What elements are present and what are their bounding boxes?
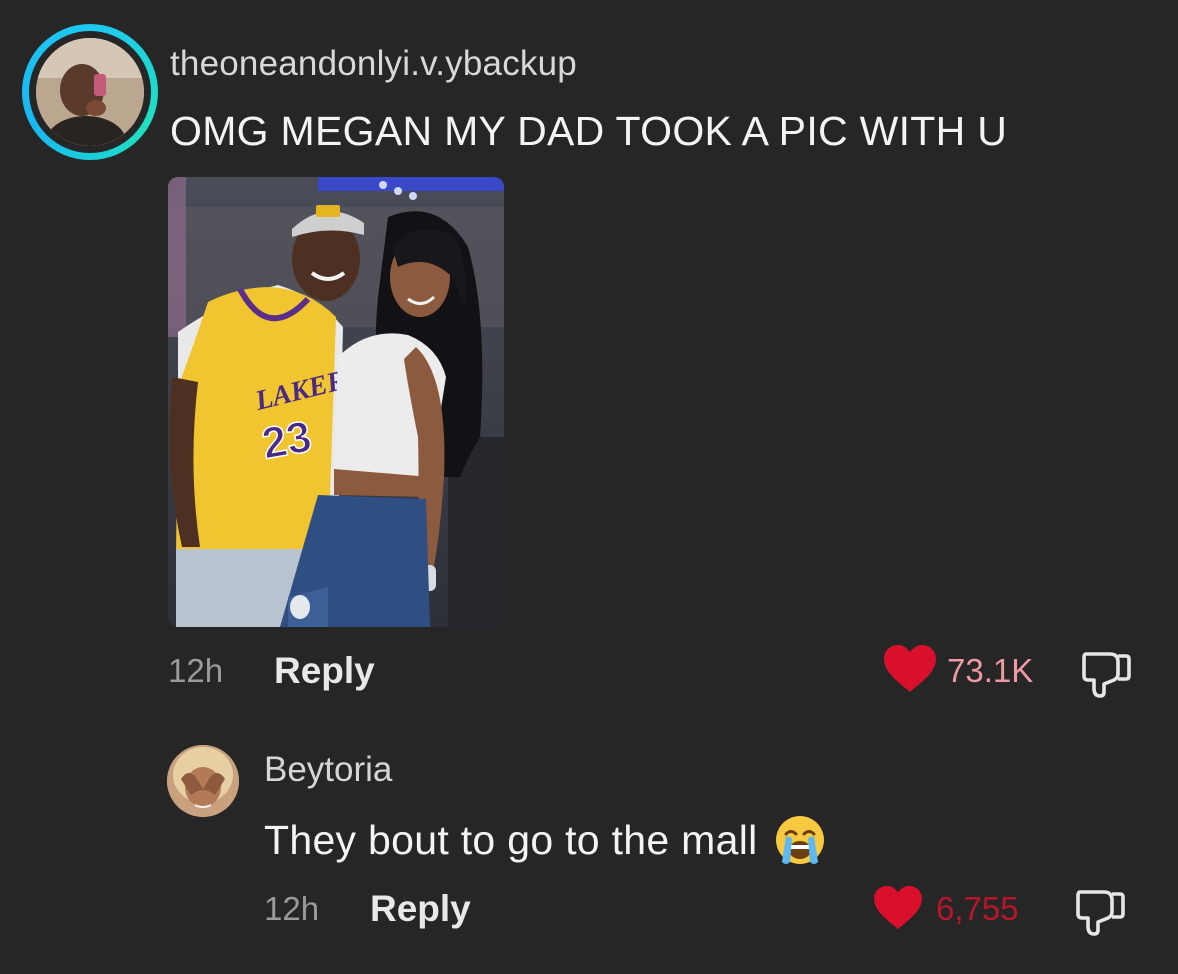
comment-photo[interactable]: LAKERS 23 [168, 177, 504, 627]
story-avatar-ring[interactable] [22, 24, 158, 160]
jersey-number-text: 23 [258, 412, 315, 469]
comment-username[interactable]: theoneandonlyi.v.ybackup [170, 44, 577, 84]
reply-like-button[interactable] [872, 885, 924, 931]
thumbs-down-icon [1076, 890, 1125, 936]
reply-dislike-button[interactable] [1074, 884, 1126, 936]
thumbs-down-icon [1082, 652, 1131, 698]
reply-timestamp: 12h [264, 890, 320, 927]
like-button[interactable] [882, 644, 938, 694]
reply-avatar[interactable] [167, 745, 239, 817]
reply-reply-button[interactable]: Reply [370, 888, 471, 930]
heart-icon [884, 645, 936, 692]
like-count: 73.1K [947, 652, 1034, 689]
comment-timestamp: 12h [168, 652, 224, 689]
reply-button[interactable]: Reply [274, 650, 375, 692]
dislike-button[interactable] [1080, 646, 1132, 698]
comments-screen: theoneandonlyi.v.ybackup OMG MEGAN MY DA… [0, 0, 1178, 974]
reply-like-count: 6,755 [936, 890, 1019, 927]
avatar[interactable] [36, 38, 144, 146]
reply-text: They bout to go to the mall [264, 816, 758, 863]
reply-text-row: They bout to go to the mall [264, 814, 826, 866]
comment-text: OMG MEGAN MY DAD TOOK A PIC WITH U [170, 108, 1008, 154]
heart-icon [874, 885, 922, 930]
loudly-crying-face-icon [774, 814, 826, 866]
reply-username[interactable]: Beytoria [264, 750, 392, 790]
